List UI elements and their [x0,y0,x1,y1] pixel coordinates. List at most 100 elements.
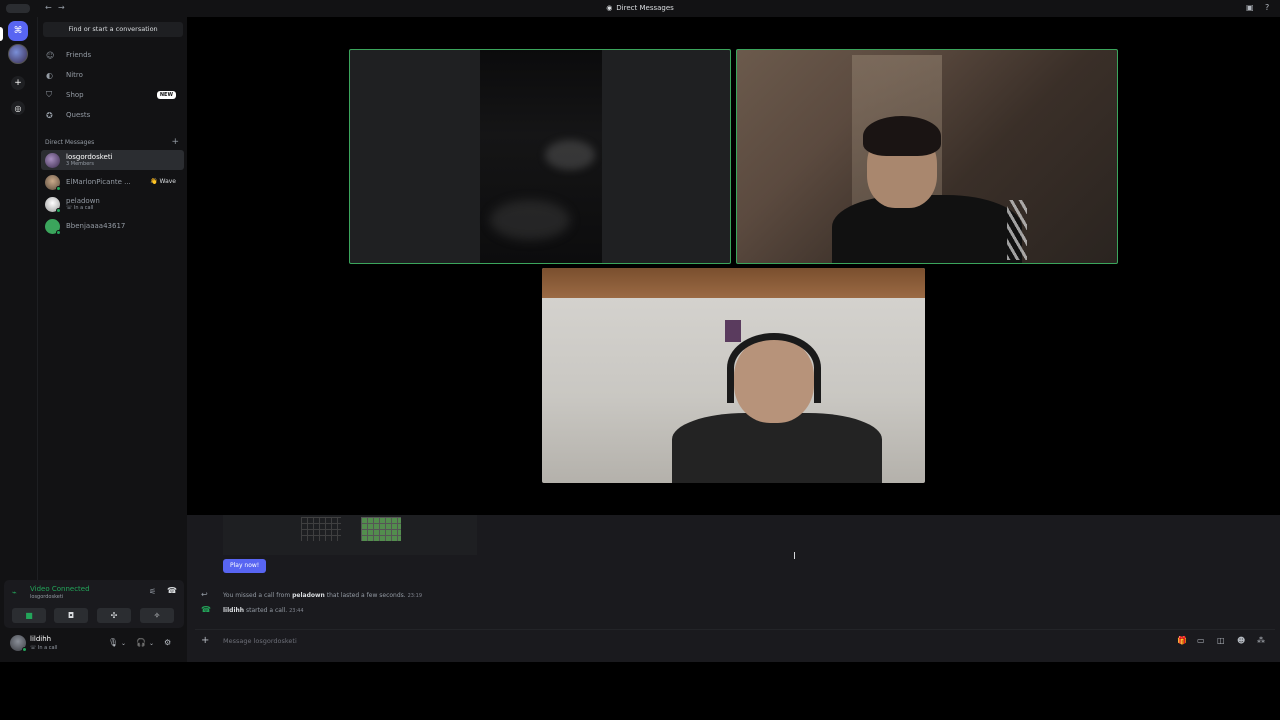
call-started-text: started a call. [246,607,288,614]
nav-friends-label: Friends [66,51,92,59]
missed-call-suffix: that lasted a few seconds. [326,592,406,599]
user-panel: lildihh ☏ In a call 🎙 ⌄ 🎧 ⌄ ⚙ [4,630,184,658]
headset-icon[interactable]: 🎧 [136,638,146,647]
missed-call-prefix: You missed a call from [223,592,291,599]
attach-plus-icon[interactable]: + [201,635,209,646]
video-person-body [832,195,1022,263]
chat-area: Play now! ↩ You missed a call from pelad… [187,515,1280,662]
letterbox-bottom [0,662,1280,720]
emoji-icon[interactable]: ☻ [1237,636,1245,645]
find-conversation-button[interactable]: Find or start a conversation [43,22,183,37]
message-timestamp: 23:44 [289,608,304,614]
dm-name: losgordosketi [66,152,113,161]
signal-icon[interactable]: ⌁ [12,588,17,597]
wave-button[interactable]: 👋 Wave [150,178,176,185]
dm-name: Bbenjaaaa43617 [66,221,126,230]
microphone-icon[interactable]: 🎙 [108,638,118,647]
dm-item-losgordosketi[interactable]: losgordosketi 3 Members [41,150,184,170]
plus-icon: + [14,78,22,88]
game-grid-preview [301,517,341,541]
avatar [45,174,61,191]
dm-item-elmarlonpicante[interactable]: ElMarlonPicante ... 👋 Wave [41,172,184,192]
headset-options-chevron-icon[interactable]: ⌄ [149,640,154,647]
avatar [45,196,61,213]
nav-shop[interactable]: ⛉ Shop NEW [42,87,184,103]
game-grid-preview-colored [361,517,401,541]
rail-selected-pill [0,27,3,41]
video-wall-poster [725,320,741,342]
nav-nitro[interactable]: ◐ Nitro [42,67,184,83]
voice-status[interactable]: Video Connected [30,585,90,593]
dm-item-peladown[interactable]: peladown ☏ In a call [41,194,184,214]
noise-suppression-icon[interactable]: ⚟ [149,587,156,596]
activities-icon: ✣ [110,611,118,620]
compass-icon: ◎ [14,103,22,113]
apps-icon[interactable]: ⁂ [1257,636,1265,645]
dm-members: 3 Members [66,160,94,167]
text-cursor-icon: I [793,551,796,562]
friends-icon: ☺ [46,50,55,60]
nitro-icon: ◐ [46,70,53,80]
video-person-body [672,413,882,483]
play-now-button[interactable]: Play now! [223,559,267,573]
server-rail: ⌘ + ◎ [0,17,37,580]
gift-icon[interactable]: 🎁 [1177,636,1187,645]
video-blur-shape [490,200,570,240]
help-icon[interactable]: ? [1265,3,1269,12]
online-status-dot [56,185,61,191]
message-input[interactable]: Message losgordosketi [223,637,297,645]
create-dm-plus-icon[interactable]: + [171,137,179,147]
discord-logo-icon: ⌘ [13,26,23,36]
gif-icon[interactable]: ▭ [1197,636,1205,645]
online-status-dot [56,229,61,235]
discover-button[interactable]: ◎ [11,101,25,115]
nav-friends[interactable]: ☺ Friends [42,47,184,63]
online-status-dot [22,647,27,652]
missed-call-user[interactable]: peladown [292,592,325,599]
video-tile-participant[interactable] [736,49,1118,264]
settings-gear-icon[interactable]: ⚙ [164,638,171,647]
window-title-text: Direct Messages [616,4,674,12]
message-timestamp: 23:19 [407,593,423,599]
camera-icon: ■ [25,611,33,620]
video-jacket-stripes [1007,200,1027,260]
video-person-hair [863,116,941,156]
title-bar: ← → ◉ Direct Messages ▣ ? [0,0,1280,17]
mic-options-chevron-icon[interactable]: ⌄ [121,640,126,647]
dm-name: ElMarlonPicante ... [66,177,131,186]
activities-button[interactable]: ✣ [97,608,131,623]
dm-sidebar: Find or start a conversation ☺ Friends ◐… [37,17,187,580]
call-main-area: Play now! ↩ You missed a call from pelad… [187,17,1280,662]
nav-quests[interactable]: ✪ Quests [42,107,184,123]
game-embed [223,515,477,555]
home-button[interactable]: ⌘ [8,21,28,41]
call-started-icon: ☎ [201,605,211,614]
user-name[interactable]: lildihh [30,635,51,643]
video-tile-self[interactable] [542,268,925,483]
server-icon[interactable] [8,44,28,64]
dm-section-header: Direct Messages [45,139,95,146]
soundboard-icon: ✧ [153,611,161,620]
video-tile-dark[interactable] [349,49,731,264]
user-avatar[interactable] [10,635,27,652]
camera-button[interactable]: ■ [12,608,46,623]
quests-icon: ✪ [46,110,53,120]
screen-share-button[interactable]: ◘ [54,608,88,623]
disconnect-icon[interactable]: ☎ [167,586,177,595]
voice-connection-panel: ⌁ Video Connected losgordosketi ⚟ ☎ ■ ◘ … [4,580,184,628]
new-badge: NEW [156,91,176,99]
group-avatar [45,152,60,168]
dm-in-call-status: ☏ In a call [66,204,94,211]
online-status-dot [56,207,61,213]
discord-icon: ◉ [606,4,613,12]
dm-item-bbenjaaaa[interactable]: Bbenjaaaa43617 [41,216,184,236]
call-starter-user[interactable]: lildihh [223,607,244,614]
shop-icon: ⛉ [46,90,52,99]
avatar [45,218,61,235]
sticker-icon[interactable]: ◫ [1217,636,1225,645]
video-stage [187,17,1280,515]
soundboard-button[interactable]: ✧ [140,608,174,623]
missed-call-icon: ↩ [201,590,208,599]
inbox-icon[interactable]: ▣ [1246,3,1254,12]
add-server-button[interactable]: + [11,76,25,90]
